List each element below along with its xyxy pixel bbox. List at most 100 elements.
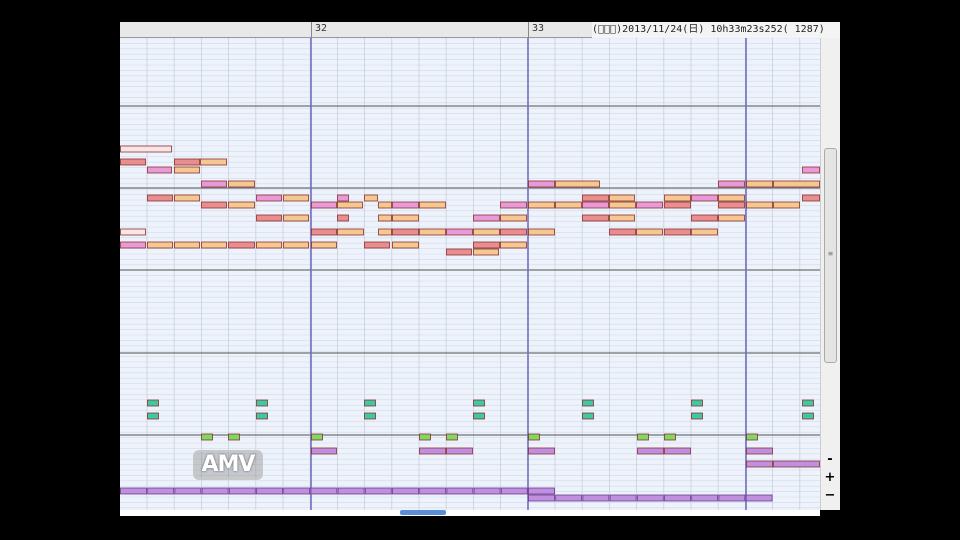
midi-note [636,201,663,209]
midi-note [473,487,501,495]
midi-note [337,487,365,495]
midi-note [582,494,610,502]
logo-text: AMV [201,452,256,477]
midi-note [120,487,147,495]
horizontal-scrollbar[interactable] [120,510,820,516]
measure-label-33: 33 [532,23,545,34]
midi-note [528,487,555,495]
midi-note [473,412,485,420]
midi-note [364,241,390,249]
midi-note [120,158,146,166]
horizontal-scroll-thumb[interactable] [400,510,446,515]
midi-note [773,180,820,188]
midi-note [256,412,268,420]
midi-note [174,194,200,202]
midi-note [392,241,419,249]
piano-roll-canvas[interactable] [120,38,820,510]
midi-note [582,214,609,222]
midi-note [773,201,800,209]
midi-note [311,228,337,236]
midi-note [419,487,447,495]
midi-note [174,487,202,495]
midi-note [392,228,419,236]
midi-note [446,447,473,455]
midi-note [802,166,820,174]
midi-note [147,194,173,202]
midi-note [228,433,240,441]
midi-note [609,201,636,209]
midi-note [718,494,746,502]
midi-note [473,214,500,222]
midi-note [256,399,268,407]
midi-note [746,433,758,441]
midi-note [555,201,582,209]
minimize-button[interactable]: - [822,452,838,468]
midi-note [636,228,663,236]
midi-note [500,241,527,249]
midi-note [745,494,773,502]
midi-note [392,201,419,209]
midi-note [473,399,485,407]
piano-roll-grid[interactable] [120,38,820,510]
midi-note [283,214,309,222]
midi-note [528,180,555,188]
midi-note [500,487,528,495]
midi-note [718,201,745,209]
midi-note [802,399,814,407]
midi-note [528,228,555,236]
midi-note [528,447,555,455]
vertical-scrollbar[interactable]: ≡ [820,38,840,510]
measure-label-32: 32 [315,23,328,34]
amv-logo: AMV [193,450,263,480]
midi-note [691,228,718,236]
grip-icon: ≡ [828,249,833,258]
midi-note [500,201,527,209]
midi-note [637,447,664,455]
midi-note [528,433,540,441]
midi-note [746,460,773,468]
zoom-in-button[interactable]: + [822,470,838,486]
midi-note [310,487,338,495]
midi-note [691,194,718,202]
midi-note [691,494,719,502]
midi-note [582,201,609,209]
zoom-out-button[interactable]: − [822,488,838,504]
vertical-scroll-thumb[interactable]: ≡ [824,148,837,363]
midi-note [228,201,255,209]
midi-note [120,145,172,153]
midi-note [256,214,282,222]
midi-note [228,241,255,249]
midi-note [120,228,146,236]
midi-note [337,214,349,222]
midi-note [528,494,555,502]
midi-note [609,214,635,222]
midi-note [664,494,691,502]
midi-note [311,201,337,209]
midi-note [337,228,364,236]
midi-note [691,399,703,407]
status-readout: (ﾞｰﾞ)2013/11/24(日) 10h33m23s252( 1287) [592,22,840,38]
midi-note [419,433,431,441]
measure-tick [311,22,312,38]
midi-note [473,248,499,256]
midi-note [419,201,446,209]
midi-note [392,214,419,222]
midi-note [802,194,820,202]
midi-note [473,228,500,236]
midi-note [256,487,283,495]
midi-note [378,201,392,209]
midi-note [582,399,594,407]
midi-note [500,214,527,222]
midi-note [256,241,282,249]
midi-note [664,228,691,236]
midi-note [691,412,703,420]
midi-note [283,194,309,202]
midi-note [664,433,676,441]
midi-note [378,214,392,222]
midi-note [609,494,637,502]
midi-note [364,487,392,495]
midi-note [228,487,256,495]
midi-note [446,433,458,441]
midi-note [201,241,227,249]
midi-note [364,194,378,202]
